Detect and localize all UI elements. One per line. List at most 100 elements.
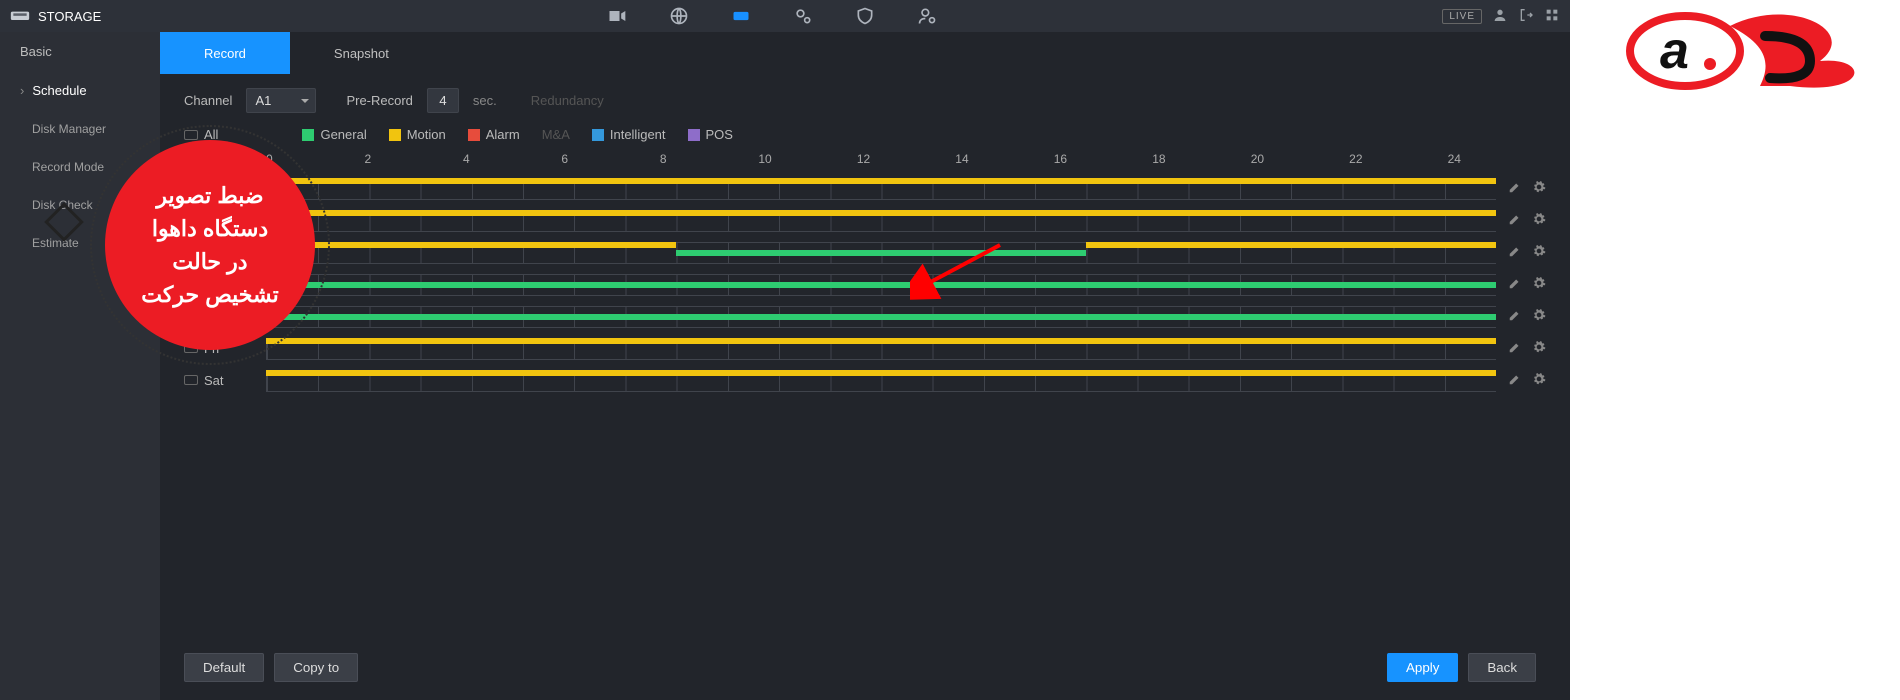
timeline[interactable] bbox=[266, 204, 1496, 236]
legend-intelligent: Intelligent bbox=[610, 127, 666, 142]
gear-icon[interactable] bbox=[1532, 212, 1546, 229]
axis-tick: 18 bbox=[1152, 152, 1250, 172]
schedule-row: Wed bbox=[184, 268, 1546, 300]
swatch-pos bbox=[688, 129, 700, 141]
swatch-general bbox=[302, 129, 314, 141]
sec-label: sec. bbox=[473, 93, 497, 108]
prerecord-input[interactable] bbox=[427, 88, 459, 113]
schedule-bar[interactable] bbox=[266, 314, 1496, 320]
promo-badge: ضبط تصویر دستگاه داهوا در حالت تشخیص حرک… bbox=[105, 140, 315, 350]
main-panel: Record Snapshot Channel A1 Pre-Record se… bbox=[160, 32, 1570, 700]
page-title: STORAGE bbox=[38, 9, 101, 24]
swatch-intelligent bbox=[592, 129, 604, 141]
edit-icon[interactable] bbox=[1508, 180, 1522, 197]
tab-snapshot[interactable]: Snapshot bbox=[290, 32, 433, 74]
legend-pos: POS bbox=[706, 127, 733, 142]
schedule-controls: Channel A1 Pre-Record sec. Redundancy bbox=[160, 74, 1570, 119]
timeline[interactable] bbox=[266, 364, 1496, 396]
day-checkbox[interactable] bbox=[184, 375, 198, 385]
axis-tick: 4 bbox=[463, 152, 561, 172]
axis-tick: 8 bbox=[660, 152, 758, 172]
legend-alarm: Alarm bbox=[486, 127, 520, 142]
schedule-row: Fri bbox=[184, 332, 1546, 364]
user-icon[interactable] bbox=[1492, 7, 1508, 26]
edit-icon[interactable] bbox=[1508, 212, 1522, 229]
schedule-row: Tue bbox=[184, 236, 1546, 268]
brand-logo: a bbox=[1610, 6, 1890, 96]
gear-icon[interactable] bbox=[1532, 244, 1546, 261]
footer: Default Copy to Apply Back bbox=[160, 639, 1570, 700]
edit-icon[interactable] bbox=[1508, 244, 1522, 261]
sidebar-item-schedule[interactable]: Schedule bbox=[0, 71, 160, 110]
legend-general: General bbox=[320, 127, 366, 142]
gear-icon[interactable] bbox=[1532, 340, 1546, 357]
logout-icon[interactable] bbox=[1518, 7, 1534, 26]
day-label: Sat bbox=[204, 373, 224, 388]
sidebar: Basic Schedule Disk Manager Record Mode … bbox=[0, 32, 160, 700]
axis-tick: 20 bbox=[1251, 152, 1349, 172]
topbar-nav bbox=[606, 5, 938, 27]
prerecord-label: Pre-Record bbox=[346, 93, 412, 108]
gear-icon[interactable] bbox=[1532, 308, 1546, 325]
shield-icon[interactable] bbox=[854, 5, 876, 27]
axis-tick: 24 bbox=[1448, 152, 1546, 172]
edit-icon[interactable] bbox=[1508, 276, 1522, 293]
schedule-bar[interactable] bbox=[266, 370, 1496, 376]
edit-icon[interactable] bbox=[1508, 308, 1522, 325]
schedule-bar[interactable] bbox=[266, 178, 1496, 184]
timeline[interactable] bbox=[266, 236, 1496, 268]
axis-tick: 6 bbox=[561, 152, 659, 172]
channel-label: Channel bbox=[184, 93, 232, 108]
edit-icon[interactable] bbox=[1508, 372, 1522, 389]
copyto-button[interactable]: Copy to bbox=[274, 653, 358, 682]
sidebar-item-basic[interactable]: Basic bbox=[0, 32, 160, 71]
storage-nav-icon[interactable] bbox=[730, 5, 752, 27]
schedule-bar[interactable] bbox=[1086, 242, 1496, 248]
user-settings-icon[interactable] bbox=[916, 5, 938, 27]
schedule-bar[interactable] bbox=[266, 282, 1496, 288]
globe-icon[interactable] bbox=[668, 5, 690, 27]
topbar: STORAGE LIVE bbox=[0, 0, 1570, 32]
tab-record[interactable]: Record bbox=[160, 32, 290, 74]
edit-icon[interactable] bbox=[1508, 340, 1522, 357]
redundancy-label: Redundancy bbox=[531, 93, 604, 108]
swatch-motion bbox=[389, 129, 401, 141]
axis-tick: 10 bbox=[758, 152, 856, 172]
apply-button[interactable]: Apply bbox=[1387, 653, 1458, 682]
gear-icon[interactable] bbox=[1532, 180, 1546, 197]
default-button[interactable]: Default bbox=[184, 653, 264, 682]
settings-icon[interactable] bbox=[792, 5, 814, 27]
svg-text:a: a bbox=[1660, 22, 1689, 80]
legend-ma: M&A bbox=[542, 127, 570, 142]
grid-icon[interactable] bbox=[1544, 7, 1560, 26]
schedule-row: Sat bbox=[184, 364, 1546, 396]
axis-tick: 22 bbox=[1349, 152, 1447, 172]
schedule-bar[interactable] bbox=[266, 210, 1496, 216]
axis-tick: 2 bbox=[364, 152, 462, 172]
timeline[interactable] bbox=[266, 268, 1496, 300]
gear-icon[interactable] bbox=[1532, 276, 1546, 293]
channel-select[interactable]: A1 bbox=[246, 88, 316, 113]
timeline[interactable] bbox=[266, 300, 1496, 332]
storage-icon bbox=[10, 8, 30, 25]
gear-icon[interactable] bbox=[1532, 372, 1546, 389]
swatch-alarm bbox=[468, 129, 480, 141]
axis-tick: 14 bbox=[955, 152, 1053, 172]
axis-labels: 024681012141618202224 bbox=[266, 152, 1546, 172]
timeline[interactable] bbox=[266, 172, 1496, 204]
axis-tick: 12 bbox=[857, 152, 955, 172]
sidebar-item-disk-manager[interactable]: Disk Manager bbox=[0, 110, 160, 148]
schedule-grid: 024681012141618202224 SunMonTueWedThuFri… bbox=[160, 146, 1570, 396]
legend-row: All General Motion Alarm M&A Intelligent… bbox=[160, 119, 1570, 146]
axis-tick: 16 bbox=[1054, 152, 1152, 172]
timeline[interactable] bbox=[266, 332, 1496, 364]
schedule-bar[interactable] bbox=[266, 338, 1496, 344]
tabs: Record Snapshot bbox=[160, 32, 1570, 74]
legend-motion: Motion bbox=[407, 127, 446, 142]
live-badge[interactable]: LIVE bbox=[1442, 9, 1482, 24]
schedule-row: Thu bbox=[184, 300, 1546, 332]
schedule-bar[interactable] bbox=[676, 250, 1086, 256]
schedule-row: Sun bbox=[184, 172, 1546, 204]
camera-icon[interactable] bbox=[606, 5, 628, 27]
back-button[interactable]: Back bbox=[1468, 653, 1536, 682]
